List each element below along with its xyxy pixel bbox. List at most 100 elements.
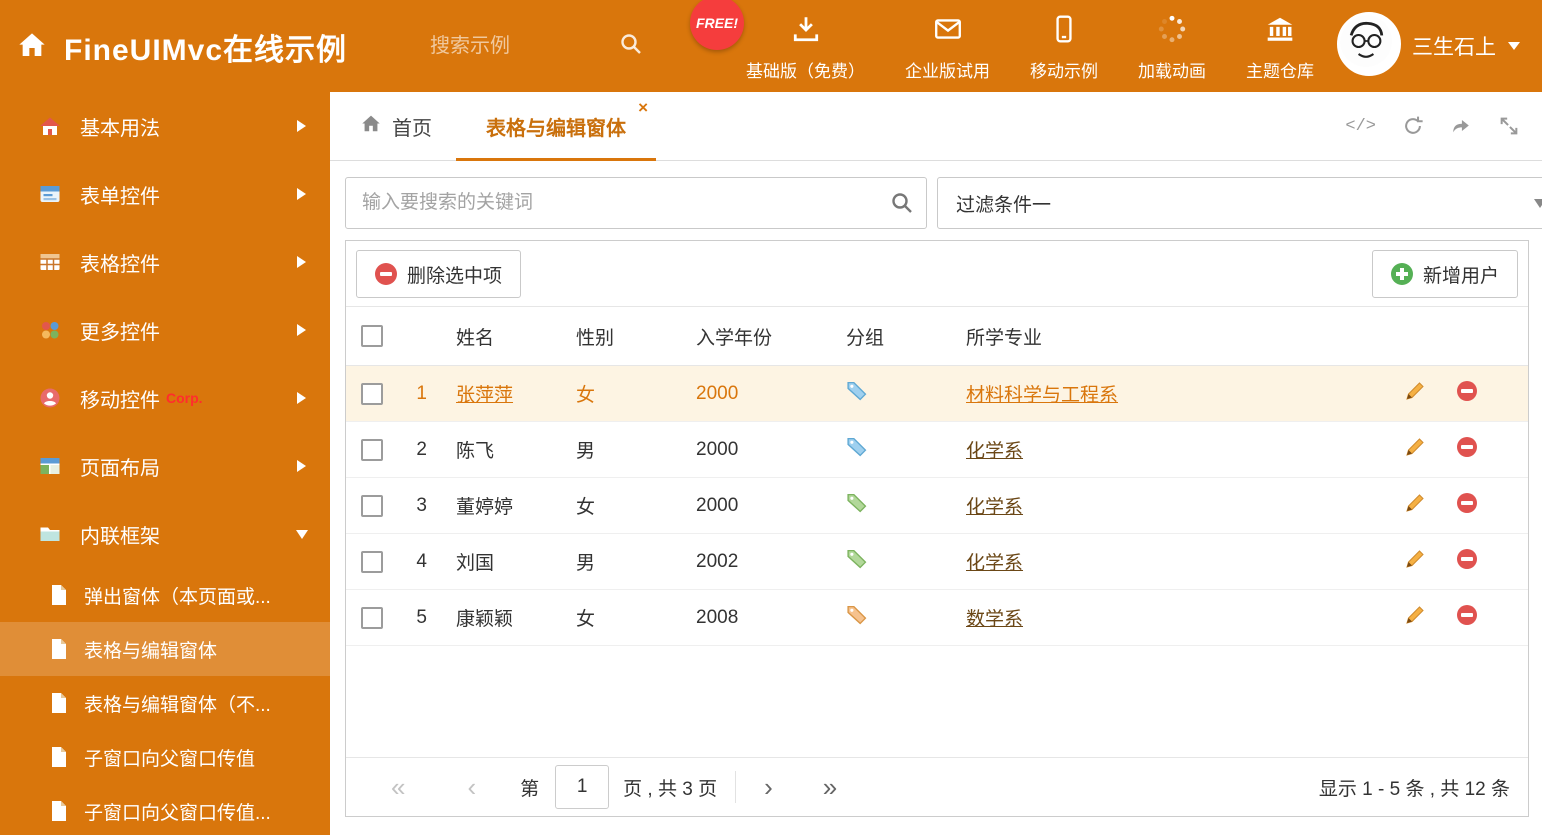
person-icon [38,386,62,410]
edit-icon[interactable] [1404,436,1426,464]
edit-icon[interactable] [1404,548,1426,576]
home-icon[interactable] [16,28,48,65]
sidebar-item-mobile-controls[interactable]: 移动控件 Corp. [0,364,330,432]
envelope-icon [933,14,963,49]
major-link[interactable]: 化学系 [966,497,1023,518]
sidebar-subitem-label: 子窗口向父窗口传值... [84,802,271,824]
major-link[interactable]: 化学系 [966,553,1023,574]
delete-icon[interactable] [1457,492,1478,519]
next-page-button[interactable]: › [764,774,773,800]
sidebar-subitem-child-to-parent[interactable]: 子窗口向父窗口传值 [0,730,330,784]
row-number: 5 [394,589,439,646]
delete-icon[interactable] [1457,604,1478,631]
sidebar-subitem-popup-window[interactable]: 弹出窗体（本页面或... [0,568,330,622]
sidebar-item-page-layout[interactable]: 页面布局 [0,432,330,500]
row-checkbox[interactable] [361,438,383,461]
table-row[interactable]: 2 陈飞 男 2000 化学系 [346,421,1528,478]
tab-label: 表格与编辑窗体 [486,117,626,140]
nav-item-enterprise-trial[interactable]: 企业版试用 [891,10,1004,86]
table-row[interactable]: 1 张萍萍 女 2000 材料科学与工程系 [346,365,1528,422]
nav-item-basic-edition[interactable]: 基础版（免费） [732,10,879,86]
major-link[interactable]: 数学系 [966,609,1023,630]
row-checkbox[interactable] [361,382,383,405]
row-checkbox[interactable] [361,550,383,573]
page-count-text: 页 , 共 3 页 [623,778,718,800]
delete-icon[interactable] [1457,380,1478,407]
sidebar-item-label: 基本用法 [80,117,160,140]
col-header-major[interactable]: 所学专业 [949,307,1404,366]
sidebar-subitem-grid-edit-window[interactable]: 表格与编辑窗体 [0,622,330,676]
last-page-button[interactable]: » [823,774,837,800]
delete-icon[interactable] [1457,436,1478,463]
tab-close-icon[interactable]: × [638,99,648,116]
pagination-bar: « ‹ 第 页 , 共 3 页 › » 显示 1 - 5 条 , 共 12 条 [346,757,1528,816]
sidebar-subitem-grid-edit-window-2[interactable]: 表格与编辑窗体（不... [0,676,330,730]
tab-grid-edit-window[interactable]: 表格与编辑窗体 × [456,92,656,161]
plus-icon [1390,263,1413,285]
delete-selected-button[interactable]: 删除选中项 [356,250,522,298]
cell-year: 2008 [679,589,829,646]
add-user-button[interactable]: 新增用户 [1371,250,1518,298]
search-icon[interactable] [890,191,914,220]
code-icon[interactable]: </> [1345,117,1376,136]
tag-icon [846,605,867,630]
dots-icon [38,318,62,342]
sidebar-item-basic-usage[interactable]: 基本用法 [0,92,330,160]
chevron-right-icon [297,256,306,268]
tag-icon [846,437,867,462]
select-all-checkbox[interactable] [361,325,383,347]
app-header: FineUIMvc在线示例 FREE! 基础版（免费） 企业版试用 移动示例 [0,0,1542,92]
nav-item-label: 基础版（免费） [746,62,865,81]
col-header-year[interactable]: 入学年份 [679,307,829,366]
nav-item-loading-animation[interactable]: 加载动画 [1124,10,1220,86]
sidebar-subitem-label: 表格与编辑窗体 [84,640,218,662]
expand-icon[interactable] [1498,115,1520,137]
sidebar-subitem-child-to-parent-2[interactable]: 子窗口向父窗口传值... [0,784,330,835]
user-menu[interactable]: 三生石上 [1412,31,1520,61]
table-row[interactable]: 5 康颖颖 女 2008 数学系 [346,589,1528,646]
major-link[interactable]: 化学系 [966,441,1023,462]
col-header-group[interactable]: 分组 [829,307,949,366]
nav-item-label: 加载动画 [1138,62,1206,81]
chevron-right-icon [297,392,306,404]
chevron-right-icon [297,120,306,132]
refresh-icon[interactable] [1402,115,1424,137]
user-avatar[interactable] [1337,12,1401,76]
record-summary: 显示 1 - 5 条 , 共 12 条 [1318,778,1510,800]
cell-year: 2002 [679,533,829,590]
tab-home[interactable]: 首页 [360,112,432,141]
filter-selected-value: 过滤条件一 [956,194,1052,216]
nav-item-theme-store[interactable]: 主题仓库 [1232,10,1328,86]
table-row[interactable]: 3 董婷婷 女 2000 化学系 [346,477,1528,534]
row-checkbox[interactable] [361,494,383,517]
header-search-input[interactable] [428,33,619,59]
delete-icon[interactable] [1457,548,1478,575]
sidebar-item-grid-controls[interactable]: 表格控件 [0,228,330,296]
filter-dropdown[interactable]: 过滤条件一 [937,177,1542,229]
col-header-name[interactable]: 姓名 [439,307,559,366]
table-row[interactable]: 4 刘国 男 2002 化学系 [346,533,1528,590]
sidebar-item-inline-frame[interactable]: 内联框架 [0,500,330,568]
sidebar-subitem-label: 弹出窗体（本页面或... [84,586,271,608]
first-page-button[interactable]: « [391,774,405,800]
nav-item-mobile-demo[interactable]: 移动示例 [1016,10,1112,86]
edit-icon[interactable] [1404,380,1426,408]
cell-year: 2000 [679,365,829,422]
file-icon [50,746,68,768]
file-icon [50,584,68,606]
button-label: 删除选中项 [407,265,503,287]
home-icon [360,112,382,140]
minus-icon [375,263,397,285]
sidebar-item-form-controls[interactable]: 表单控件 [0,160,330,228]
edit-icon[interactable] [1404,492,1426,520]
search-icon[interactable] [619,32,643,61]
row-checkbox[interactable] [361,606,383,629]
mobile-icon [1049,14,1079,49]
major-link[interactable]: 材料科学与工程系 [966,385,1118,406]
col-header-gender[interactable]: 性别 [559,307,679,366]
sidebar-item-more-controls[interactable]: 更多控件 [0,296,330,364]
share-icon[interactable] [1450,115,1472,137]
page-number-input[interactable] [555,765,610,809]
edit-icon[interactable] [1404,604,1426,632]
prev-page-button[interactable]: ‹ [467,774,476,800]
